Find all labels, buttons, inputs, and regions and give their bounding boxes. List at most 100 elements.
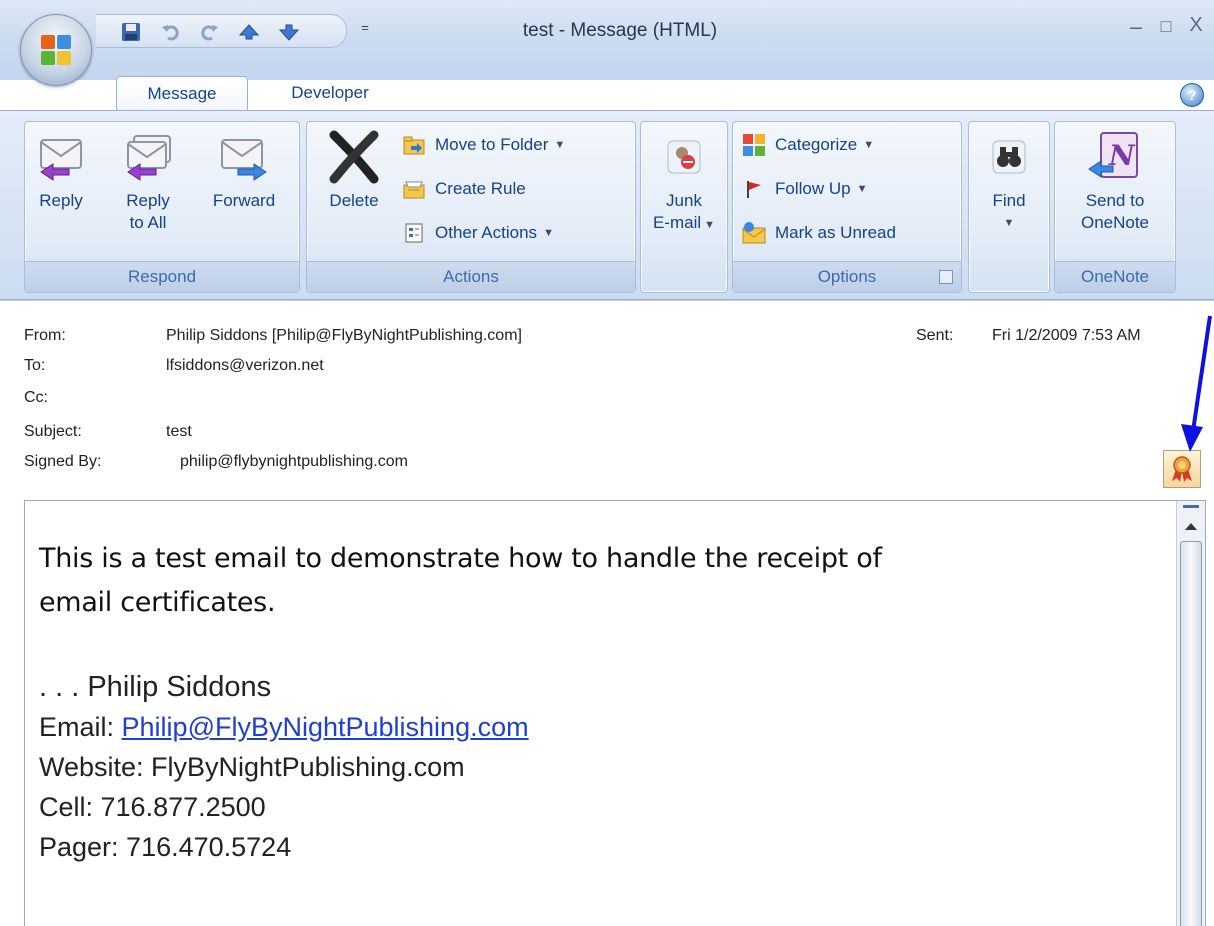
undo-icon[interactable]: [158, 19, 184, 45]
actions-group: Delete Move to Folder ▼ Create Rule Other…: [306, 121, 636, 293]
maximize-button[interactable]: □: [1154, 16, 1178, 42]
follow-up-button[interactable]: Follow Up ▼: [741, 174, 867, 204]
categorize-label: Categorize: [775, 135, 858, 154]
title-bar: = test - Message (HTML) – □ X: [0, 0, 1214, 80]
next-item-icon[interactable]: [276, 19, 302, 45]
forward-button[interactable]: Forward: [197, 128, 291, 212]
send-to-onenote-label-2: OneNote: [1080, 213, 1150, 232]
onenote-group: N Send to OneNote OneNote: [1054, 121, 1176, 293]
redo-icon[interactable]: [196, 19, 222, 45]
respond-group-label: Respond: [25, 261, 299, 292]
signature-pager: Pager: 716.470.5724: [39, 832, 292, 862]
office-logo-icon: [41, 35, 71, 65]
cc-label: Cc:: [24, 389, 48, 406]
scroll-thumb[interactable]: [1180, 541, 1202, 926]
junk-email-icon: [654, 128, 714, 186]
tab-developer[interactable]: Developer: [270, 76, 390, 110]
reply-all-label-1: Reply: [126, 191, 170, 210]
sent-value: Fri 1/2/2009 7:53 AM: [992, 327, 1141, 344]
move-to-folder-button[interactable]: Move to Folder ▼: [401, 130, 565, 160]
forward-icon: [214, 128, 274, 186]
message-content: This is a test email to demonstrate how …: [39, 537, 1149, 867]
reply-icon: [31, 128, 91, 186]
onenote-group-label: OneNote: [1055, 261, 1175, 292]
annotation-arrow-icon: [1181, 315, 1212, 452]
delete-button[interactable]: Delete: [319, 128, 389, 212]
move-to-folder-label: Move to Folder: [435, 135, 549, 154]
mark-as-unread-button[interactable]: Mark as Unread: [741, 218, 896, 248]
create-rule-button[interactable]: Create Rule: [401, 174, 526, 204]
junk-email-button[interactable]: Junk E-mail ▼: [645, 128, 723, 236]
close-button[interactable]: X: [1184, 14, 1208, 40]
subject-value: test: [166, 423, 192, 440]
mark-as-unread-icon: [741, 220, 767, 246]
junk-label-2-text: E-mail: [652, 213, 702, 232]
signature-website: Website: FlyByNightPublishing.com: [39, 752, 465, 782]
reply-all-button[interactable]: Reply to All: [113, 128, 183, 234]
other-actions-icon: [401, 220, 427, 246]
scroll-top-indicator: [1183, 505, 1199, 508]
options-group-label: Options: [733, 261, 961, 292]
options-dialog-launcher-icon[interactable]: [939, 270, 953, 284]
chevron-down-icon: ▼: [1003, 217, 1015, 229]
send-to-onenote-label-1: Send to: [1085, 191, 1145, 210]
forward-label: Forward: [212, 191, 276, 210]
office-button[interactable]: [20, 14, 92, 86]
subject-label: Subject:: [24, 423, 82, 440]
sent-label: Sent:: [916, 327, 954, 344]
to-label: To:: [24, 357, 46, 374]
from-label: From:: [24, 327, 66, 344]
customize-quick-access-icon[interactable]: =: [356, 20, 374, 40]
categorize-icon: [741, 132, 767, 158]
find-button[interactable]: Find ▼: [973, 128, 1045, 234]
save-icon[interactable]: [118, 19, 144, 45]
send-to-onenote-button[interactable]: N Send to OneNote: [1059, 128, 1171, 234]
help-icon[interactable]: ?: [1180, 83, 1204, 107]
move-to-folder-icon: [401, 132, 427, 158]
onenote-icon: N: [1085, 128, 1145, 186]
window-title: test - Message (HTML): [522, 20, 718, 41]
message-header: From: Philip Siddons [Philip@FlyByNightP…: [0, 300, 1214, 485]
previous-item-icon[interactable]: [236, 19, 262, 45]
options-label-text: Options: [817, 267, 877, 286]
signed-by-value: philip@flybynightpublishing.com: [180, 453, 408, 470]
to-value[interactable]: lfsiddons@verizon.net: [166, 357, 324, 375]
delete-icon: [324, 128, 384, 186]
create-rule-icon: [401, 176, 427, 202]
ribbon: Reply Reply to All Forward Respond Delet…: [0, 110, 1214, 300]
scroll-up-icon[interactable]: [1180, 515, 1202, 537]
junk-label-1: Junk: [666, 191, 702, 210]
create-rule-label: Create Rule: [435, 179, 526, 198]
body-line-1: This is a test email to demonstrate how …: [39, 543, 882, 574]
body-line-2: email certificates.: [39, 587, 276, 618]
signature-name: . . . Philip Siddons: [39, 671, 272, 703]
signed-by-label: Signed By:: [24, 453, 102, 470]
binoculars-icon: [979, 128, 1039, 186]
chevron-down-icon: ▼: [863, 139, 875, 151]
chevron-down-icon: ▼: [543, 227, 554, 239]
chevron-down-icon: ▼: [856, 183, 868, 195]
vertical-scrollbar[interactable]: [1176, 501, 1205, 926]
message-body[interactable]: This is a test email to demonstrate how …: [24, 500, 1206, 926]
reply-label: Reply: [39, 191, 83, 210]
email-link[interactable]: Philip@FlyByNightPublishing.com: [122, 712, 529, 742]
outlook-message-window: = test - Message (HTML) – □ X Message De…: [0, 0, 1214, 926]
reply-button[interactable]: Reply: [31, 128, 91, 212]
other-actions-label: Other Actions: [435, 223, 538, 242]
find-label: Find: [992, 191, 1026, 210]
options-group: Categorize ▼ Follow Up ▼ Mark as Unread Op…: [732, 121, 962, 293]
signature-cell: Cell: 716.877.2500: [39, 792, 266, 822]
follow-up-label: Follow Up: [775, 179, 851, 198]
other-actions-button[interactable]: Other Actions ▼: [401, 218, 554, 248]
junk-group: Junk E-mail ▼: [640, 121, 728, 293]
categorize-button[interactable]: Categorize ▼: [741, 130, 874, 160]
chevron-down-icon: ▼: [554, 139, 566, 151]
from-value[interactable]: Philip Siddons [Philip@FlyByNightPublish…: [166, 327, 522, 345]
chevron-down-icon: ▼: [704, 219, 716, 231]
signature-email-line: Email: Philip@FlyByNightPublishing.com: [39, 707, 1149, 747]
find-group: Find ▼: [968, 121, 1050, 293]
reply-all-label-2: to All: [129, 213, 167, 232]
minimize-button[interactable]: –: [1124, 14, 1148, 40]
tab-message[interactable]: Message: [116, 76, 248, 111]
